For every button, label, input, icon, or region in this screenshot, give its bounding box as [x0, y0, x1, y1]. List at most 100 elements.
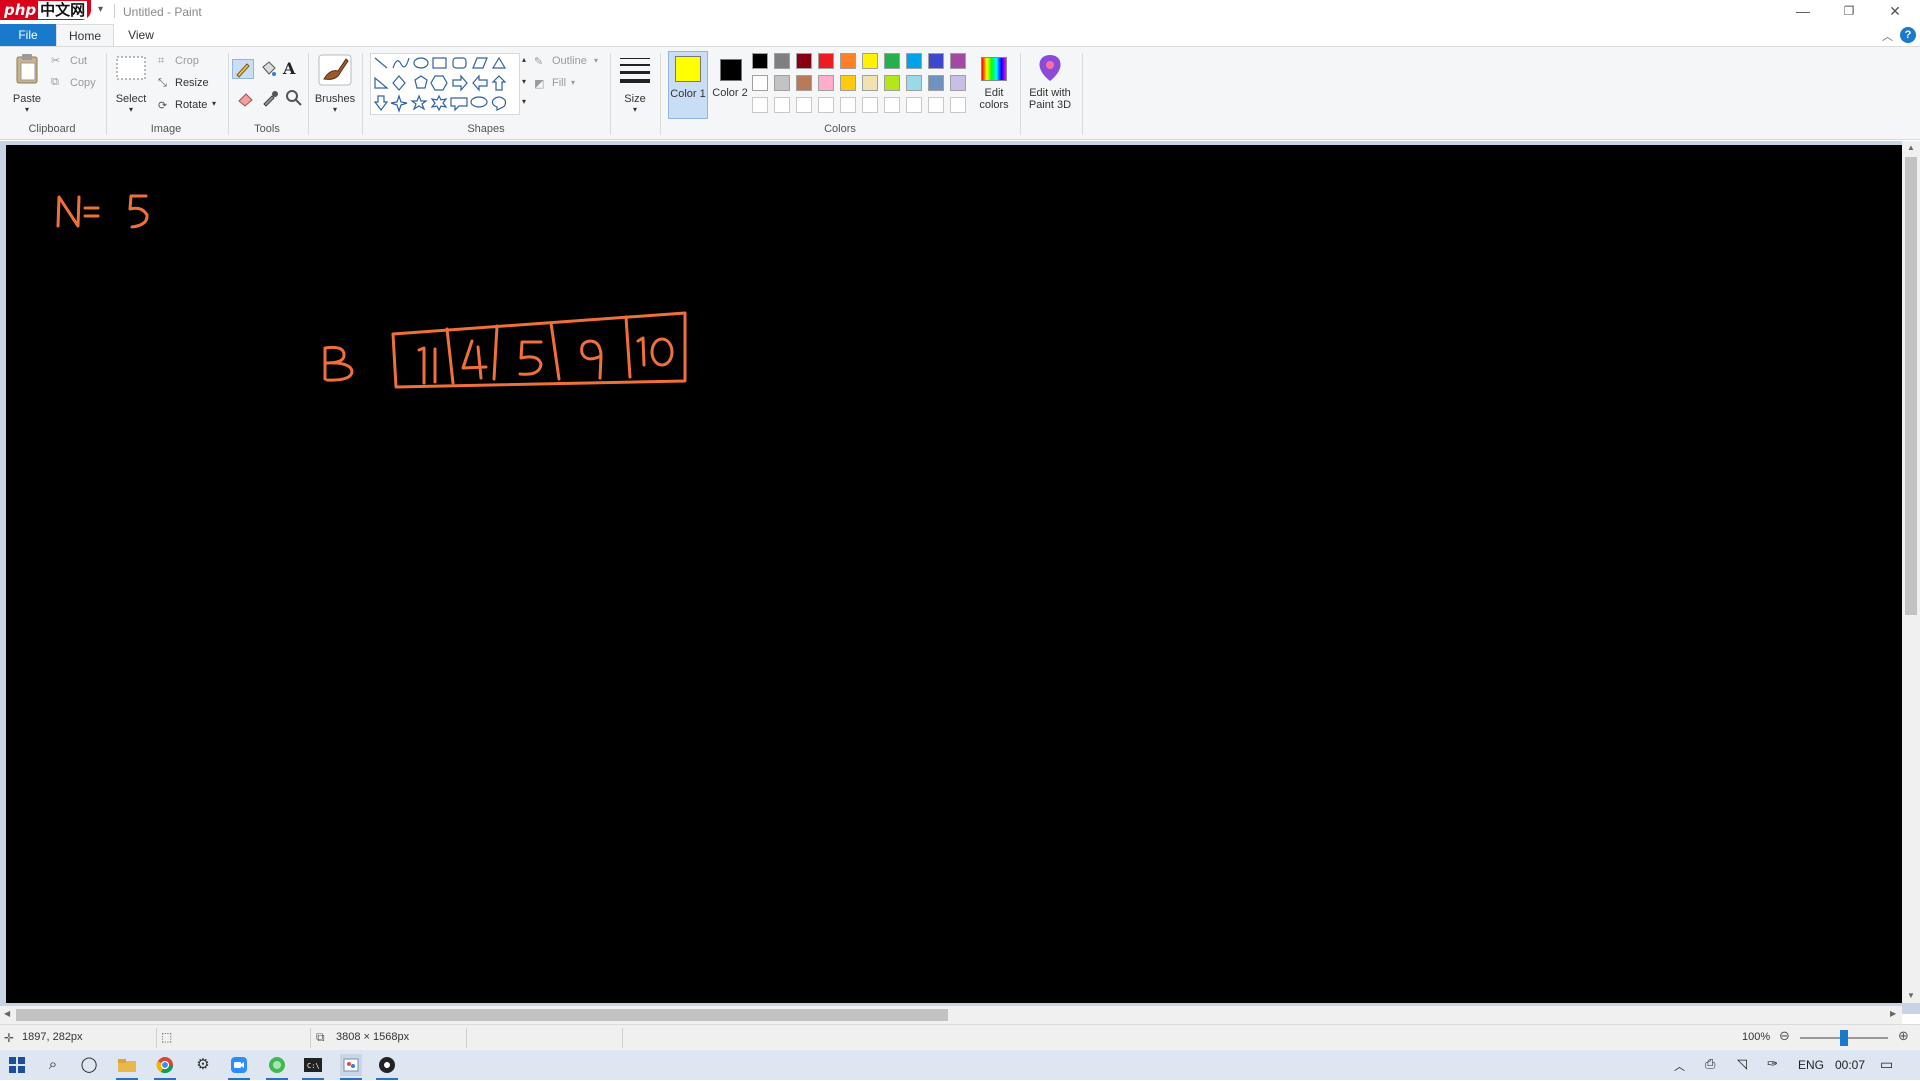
clock[interactable]: 00:07	[1835, 1058, 1865, 1072]
windows-start-icon[interactable]	[6, 1054, 28, 1076]
palette-empty-slot[interactable]	[950, 97, 966, 113]
palette-swatch[interactable]	[840, 75, 856, 91]
terminal-icon[interactable]: C:\	[302, 1054, 324, 1076]
language-indicator[interactable]: ENG	[1798, 1058, 1824, 1072]
shapes-gallery[interactable]	[370, 53, 520, 115]
vertical-scrollbar[interactable]: ▲ ▼	[1902, 141, 1920, 1003]
shapes-expand-icon[interactable]: ▾	[522, 97, 526, 106]
palette-swatch[interactable]	[906, 53, 922, 69]
palette-swatch[interactable]	[928, 53, 944, 69]
action-center-icon[interactable]: ▭	[1880, 1056, 1893, 1073]
palette-empty-slot[interactable]	[906, 97, 922, 113]
palette-empty-slot[interactable]	[862, 97, 878, 113]
text-tool-icon[interactable]: A	[283, 59, 303, 79]
fill-tool[interactable]	[258, 59, 278, 79]
tray-overflow-icon[interactable]: ︿	[1674, 1058, 1685, 1074]
zoom-out-icon[interactable]: ⊖	[1779, 1028, 1790, 1044]
zoom-slider-thumb[interactable]	[1840, 1030, 1848, 1046]
palette-swatch[interactable]	[950, 53, 966, 69]
scroll-right-icon[interactable]: ▶	[1890, 1009, 1896, 1018]
minimize-button[interactable]: —	[1780, 0, 1826, 22]
zoom-in-icon[interactable]: ⊕	[1898, 1028, 1909, 1044]
palette-swatch[interactable]	[774, 53, 790, 69]
restore-button[interactable]: ❐	[1826, 0, 1872, 22]
palette-empty-slot[interactable]	[818, 97, 834, 113]
search-icon[interactable]: ⌕	[42, 1054, 64, 1076]
zoom-slider-track[interactable]	[1800, 1030, 1888, 1046]
file-explorer-icon[interactable]	[116, 1054, 138, 1076]
size-button[interactable]: Size ▾	[616, 51, 654, 117]
fill-dropdown-icon[interactable]: ▾	[571, 78, 575, 87]
select-dropdown-icon[interactable]: ▾	[112, 105, 150, 114]
palette-swatch[interactable]	[862, 53, 878, 69]
magnifier-tool[interactable]	[284, 89, 304, 107]
pencil-tool[interactable]	[232, 59, 254, 79]
rotate-dropdown-icon[interactable]: ▾	[212, 99, 216, 108]
palette-swatch[interactable]	[862, 75, 878, 91]
network-icon[interactable]: ◹	[1737, 1056, 1747, 1072]
palette-swatch[interactable]	[752, 75, 768, 91]
shapes-scroll-down-icon[interactable]: ▾	[522, 77, 526, 86]
scroll-left-icon[interactable]: ◀	[4, 1009, 10, 1018]
collapse-ribbon-icon[interactable]: ︿	[1882, 28, 1893, 44]
edit-colors-button[interactable]: Edit colors	[976, 51, 1012, 119]
resize-button[interactable]: Resize	[175, 77, 209, 89]
help-icon[interactable]: ?	[1900, 27, 1916, 43]
palette-swatch[interactable]	[796, 75, 812, 91]
shapes-scroll-up-icon[interactable]: ▴	[522, 55, 526, 64]
close-button[interactable]: ✕	[1872, 0, 1918, 22]
vertical-scroll-thumb[interactable]	[1905, 157, 1917, 615]
settings-gear-icon[interactable]: ⚙	[192, 1054, 214, 1076]
paste-button[interactable]: Paste ▾	[10, 51, 44, 117]
brushes-button[interactable]: Brushes ▾	[314, 51, 356, 117]
recorder-app-icon[interactable]	[376, 1054, 398, 1076]
palette-empty-slot[interactable]	[840, 97, 856, 113]
cortana-icon[interactable]: ◯	[78, 1054, 100, 1076]
device-icon[interactable]: ⎙	[1705, 1056, 1715, 1072]
pen-icon[interactable]: ✑	[1767, 1056, 1778, 1072]
palette-swatch[interactable]	[752, 53, 768, 69]
cut-button[interactable]: Cut	[70, 55, 87, 67]
color1-button[interactable]: Color 1	[668, 51, 708, 119]
zoom-app-icon[interactable]	[228, 1054, 250, 1076]
horizontal-scrollbar[interactable]: ◀ ▶	[0, 1006, 1902, 1024]
horizontal-scroll-thumb[interactable]	[16, 1009, 948, 1021]
size-dropdown-icon[interactable]: ▾	[616, 105, 654, 114]
paste-dropdown-icon[interactable]: ▾	[10, 105, 44, 114]
rotate-button[interactable]: Rotate	[175, 99, 207, 111]
palette-swatch[interactable]	[818, 75, 834, 91]
palette-swatch[interactable]	[818, 53, 834, 69]
select-button[interactable]: Select ▾	[112, 51, 150, 117]
palette-swatch[interactable]	[796, 53, 812, 69]
fill-button[interactable]: Fill	[552, 77, 566, 89]
quick-access-dropdown-icon[interactable]: ▾	[98, 4, 103, 15]
scroll-down-icon[interactable]: ▼	[1907, 991, 1915, 1000]
drawing-canvas[interactable]	[6, 145, 1902, 1003]
palette-empty-slot[interactable]	[774, 97, 790, 113]
color2-button[interactable]: Color 2	[712, 51, 748, 119]
crop-button[interactable]: Crop	[175, 55, 199, 67]
tab-home[interactable]: Home	[56, 24, 114, 46]
edit-with-paint3d-button[interactable]: Edit with Paint 3D	[1024, 51, 1076, 119]
palette-swatch[interactable]	[950, 75, 966, 91]
brushes-dropdown-icon[interactable]: ▾	[314, 105, 356, 114]
green-app-icon[interactable]	[266, 1054, 288, 1076]
scroll-up-icon[interactable]: ▲	[1907, 143, 1915, 152]
palette-empty-slot[interactable]	[928, 97, 944, 113]
paint-app-icon[interactable]	[340, 1054, 362, 1076]
palette-swatch[interactable]	[884, 75, 900, 91]
tab-file[interactable]: File	[0, 24, 56, 46]
color-picker-tool[interactable]	[260, 89, 280, 107]
palette-empty-slot[interactable]	[796, 97, 812, 113]
palette-empty-slot[interactable]	[884, 97, 900, 113]
palette-swatch[interactable]	[906, 75, 922, 91]
chrome-icon[interactable]	[154, 1054, 176, 1076]
copy-button[interactable]: Copy	[70, 77, 96, 89]
palette-swatch[interactable]	[840, 53, 856, 69]
outline-dropdown-icon[interactable]: ▾	[594, 56, 598, 65]
palette-swatch[interactable]	[884, 53, 900, 69]
palette-swatch[interactable]	[928, 75, 944, 91]
eraser-tool[interactable]	[236, 89, 256, 107]
palette-empty-slot[interactable]	[752, 97, 768, 113]
palette-swatch[interactable]	[774, 75, 790, 91]
